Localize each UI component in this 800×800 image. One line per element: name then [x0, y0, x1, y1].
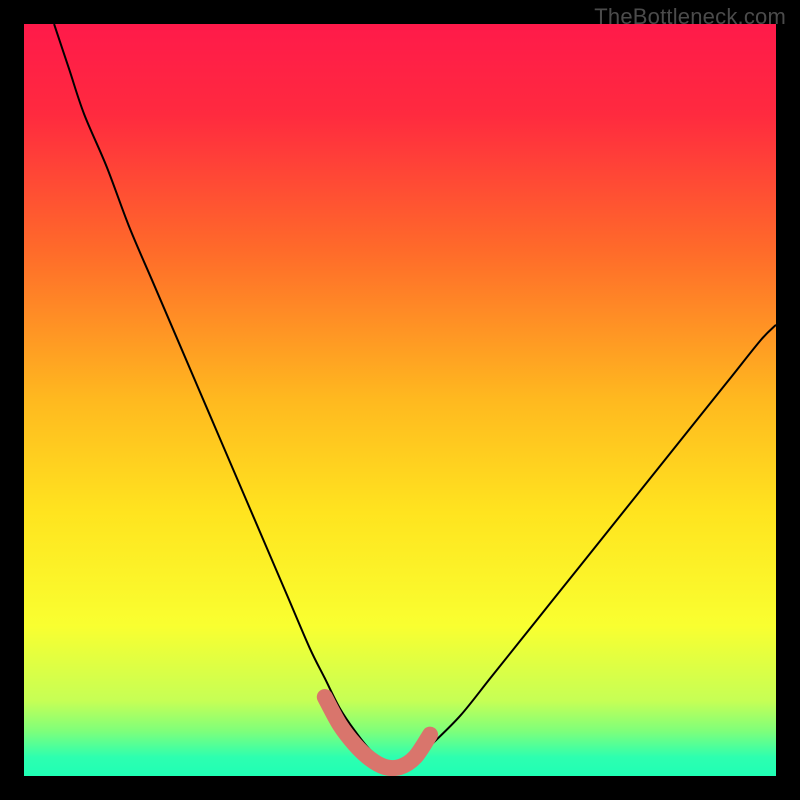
curve-layer: [24, 24, 776, 776]
watermark-text: TheBottleneck.com: [594, 4, 786, 30]
series-bottleneck-curve: [54, 24, 776, 767]
chart-stage: TheBottleneck.com: [0, 0, 800, 800]
plot-area: [24, 24, 776, 776]
